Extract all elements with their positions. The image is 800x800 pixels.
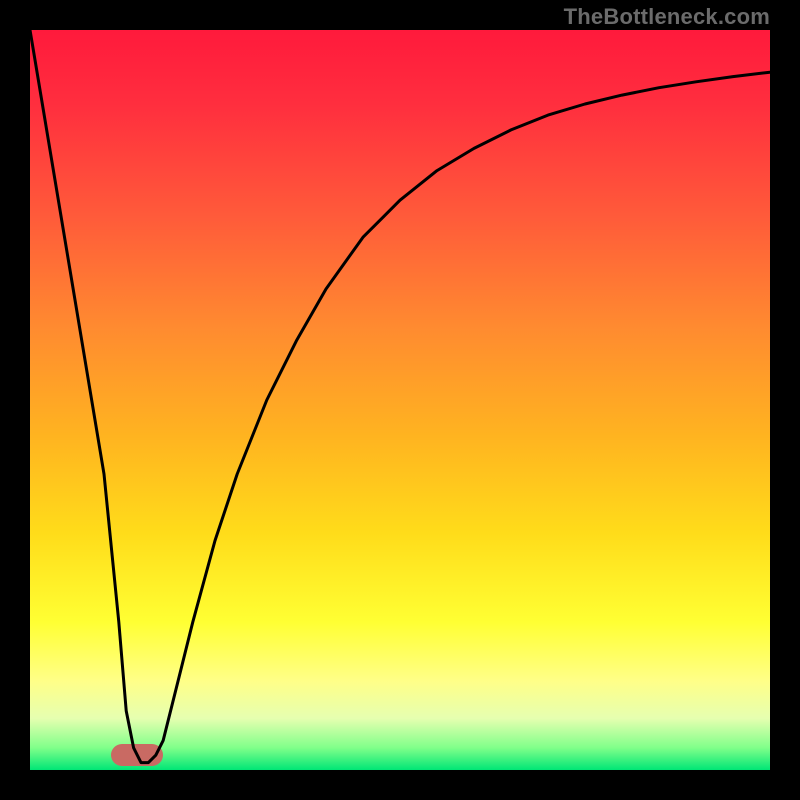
curve-svg [30, 30, 770, 770]
plot-area [30, 30, 770, 770]
bottleneck-curve-path [30, 30, 770, 763]
chart-frame: TheBottleneck.com [0, 0, 800, 800]
watermark-text: TheBottleneck.com [564, 4, 770, 30]
